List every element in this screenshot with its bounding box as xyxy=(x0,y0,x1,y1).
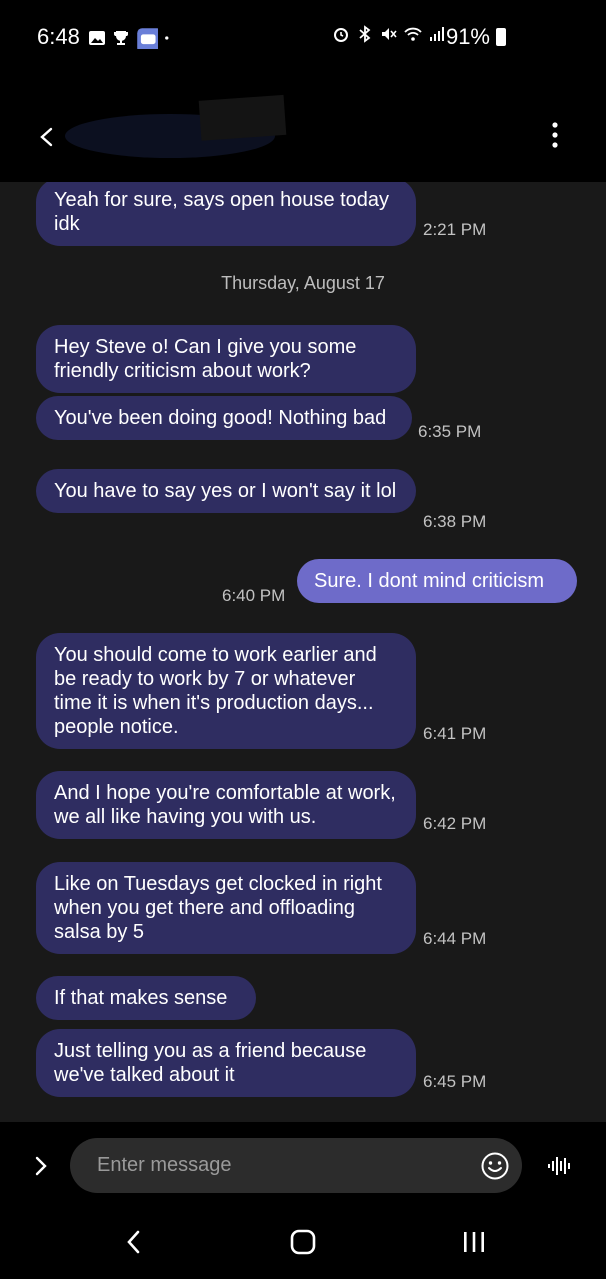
voice-record-icon[interactable] xyxy=(546,1152,574,1180)
message-bubble[interactable]: You should come to work earlier and be r… xyxy=(36,633,416,749)
message-input[interactable]: Enter message xyxy=(70,1138,522,1193)
message-bubble[interactable]: Hey Steve o! Can I give you some friendl… xyxy=(36,325,416,393)
message-time: 2:21 PM xyxy=(423,220,487,239)
message-time: 6:44 PM xyxy=(423,929,487,948)
date-separator: Thursday, August 17 xyxy=(221,273,385,293)
message-bubble[interactable]: You have to say yes or I won't say it lo… xyxy=(36,469,416,513)
status-left-icons xyxy=(88,27,174,49)
message-bubble[interactable]: If that makes sense xyxy=(36,976,256,1020)
nav-home-icon[interactable] xyxy=(290,1229,316,1255)
mute-icon xyxy=(382,28,397,40)
wifi-icon xyxy=(404,27,422,41)
redacted-contact-name xyxy=(65,94,287,158)
nav-back-icon[interactable] xyxy=(124,1228,144,1256)
trophy-icon xyxy=(113,31,129,45)
alarm-icon xyxy=(334,28,348,42)
bluetooth-icon xyxy=(359,25,371,43)
gallery-icon xyxy=(89,31,105,45)
expand-arrow-icon[interactable] xyxy=(32,1154,50,1178)
signal-icon xyxy=(430,27,444,41)
message-bubble-outgoing[interactable]: Sure. I dont mind criticism xyxy=(297,559,577,603)
message-bubble[interactable]: You've been doing good! Nothing bad xyxy=(36,396,412,440)
message-bubble[interactable]: Like on Tuesdays get clocked in right wh… xyxy=(36,862,416,954)
status-right-icons xyxy=(332,25,446,43)
message-list[interactable]: Yeah for sure, says open house today idk… xyxy=(0,182,606,1122)
emoji-icon[interactable] xyxy=(480,1151,510,1181)
message-time: 6:40 PM xyxy=(222,586,286,605)
battery-percentage: 91% xyxy=(445,24,490,49)
app-icon xyxy=(137,28,158,49)
status-bar: 6:48 91% xyxy=(0,0,606,80)
message-time: 6:45 PM xyxy=(423,1072,487,1091)
nav-recent-apps-icon[interactable] xyxy=(461,1230,487,1254)
dot-icon xyxy=(165,36,169,40)
back-arrow-icon[interactable] xyxy=(36,126,58,148)
more-options-icon[interactable] xyxy=(548,120,562,150)
message-bubble[interactable]: Yeah for sure, says open house today idk xyxy=(36,182,416,246)
message-time: 6:42 PM xyxy=(423,814,487,833)
message-time: 6:35 PM xyxy=(418,422,482,441)
message-bubble[interactable]: And I hope you're comfortable at work, w… xyxy=(36,771,416,839)
message-time: 6:38 PM xyxy=(423,512,487,531)
message-time: 6:41 PM xyxy=(423,724,487,743)
message-bubble[interactable]: Just telling you as a friend because we'… xyxy=(36,1029,416,1097)
status-time: 6:48 xyxy=(37,24,80,49)
battery-icon xyxy=(496,28,506,46)
